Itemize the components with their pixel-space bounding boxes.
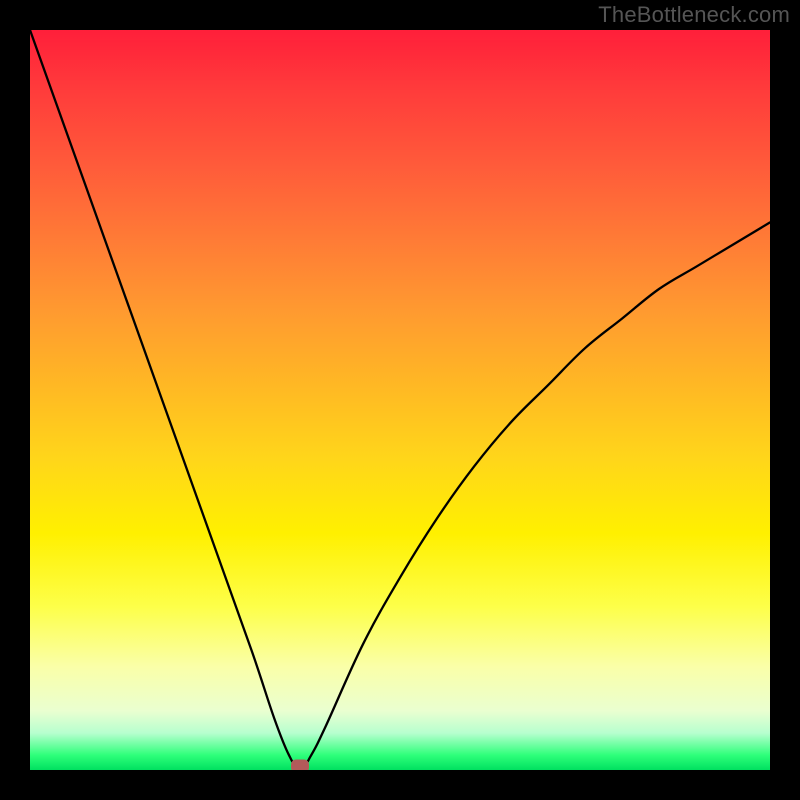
plot-area — [30, 30, 770, 770]
chart-frame: TheBottleneck.com — [0, 0, 800, 800]
optimal-point-marker — [291, 760, 309, 771]
watermark-label: TheBottleneck.com — [598, 2, 790, 28]
bottleneck-curve — [30, 30, 770, 770]
